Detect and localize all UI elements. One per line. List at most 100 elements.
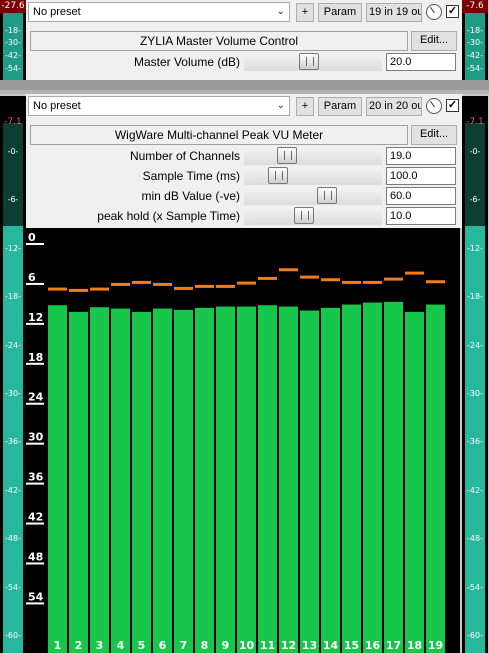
plugin2-param-value[interactable]: 60.0: [386, 187, 456, 205]
plugin2-param-value[interactable]: 100.0: [386, 167, 456, 185]
chevron-down-icon: ⌄: [276, 6, 285, 17]
plugin2-bypass-checkbox[interactable]: ✓: [446, 99, 459, 112]
vu-y-tick-label: 36: [28, 471, 44, 484]
plugin1-param-value[interactable]: 20.0: [386, 53, 456, 71]
vu-peak-marker: [111, 282, 130, 286]
vu-peak-marker: [90, 287, 109, 291]
left-meter-top-tick: -42-: [5, 51, 21, 60]
left-meter-tick: -48-: [5, 534, 21, 543]
plugin1-preset-select[interactable]: No preset ⌄: [28, 2, 290, 22]
right-meter-tick: -18-: [467, 292, 483, 301]
vu-peak-marker: [195, 284, 214, 288]
left-meter-tick: -60-: [5, 631, 21, 640]
left-meter-top: -27.6 -18- -30- -42- -54-: [0, 0, 26, 80]
plugin1-param-button[interactable]: Param: [318, 3, 362, 22]
plugin2-param-label: min dB Value (-ve): [141, 189, 240, 203]
right-meter-peak: -7.1: [466, 117, 484, 127]
vu-bar: [90, 307, 109, 653]
plugin2-io-button[interactable]: 20 in 20 ou: [366, 97, 422, 116]
vu-peak-marker: [174, 286, 193, 290]
plugin2-param-slider-thumb[interactable]: [277, 147, 297, 164]
plugin2-param-slider-thumb[interactable]: [317, 187, 337, 204]
right-meter-tick: -30-: [467, 389, 483, 398]
plugin2-param-slider[interactable]: [244, 187, 382, 205]
vu-peak-marker: [321, 278, 340, 282]
plugin2-param-value[interactable]: 10.0: [386, 207, 456, 225]
plugin1-bypass-checkbox[interactable]: ✓: [446, 5, 459, 18]
left-meter-tick: -36-: [5, 437, 21, 446]
vu-channel-label: 2: [75, 639, 83, 652]
left-meter-top-tick: -54-: [5, 64, 21, 73]
vu-channel-label: 16: [365, 639, 381, 652]
vu-peak-marker: [342, 280, 361, 284]
plugin2-param-slider[interactable]: [244, 207, 382, 225]
plugin2-param-slider-thumb[interactable]: [268, 167, 288, 184]
vu-channel-label: 7: [180, 639, 188, 652]
right-meter-tick: -6-: [469, 195, 481, 204]
plugin2-param-value[interactable]: 19.0: [386, 147, 456, 165]
vu-meter-chart: 1 2 3 4 5 6 7 8 9 10 11 12 13 14 15 16 17 18 1906121824303…: [26, 228, 460, 653]
vu-y-tick-line: [26, 482, 44, 485]
vu-channel-label: 17: [386, 639, 401, 652]
vu-y-tick-label: 12: [28, 311, 43, 324]
vu-channel-label: 11: [260, 639, 275, 652]
vu-channel-label: 4: [117, 639, 125, 652]
right-meter-top-tick: -42-: [467, 51, 483, 60]
left-meter-top-tick: -30-: [5, 38, 21, 47]
right-meter-top-tick: -54-: [467, 64, 483, 73]
vu-bar: [363, 302, 382, 653]
plugin2-param-slider[interactable]: [244, 147, 382, 165]
left-meter-top-peak: -27.6: [0, 0, 26, 13]
right-meter-tick: -12-: [467, 244, 483, 253]
plugin1-wet-knob[interactable]: [426, 4, 442, 20]
vu-channel-label: 15: [344, 639, 359, 652]
plugin2-wet-knob[interactable]: [426, 98, 442, 114]
vu-peak-marker: [153, 282, 172, 286]
right-meter-tick: -0-: [469, 147, 481, 156]
vu-y-tick-line: [26, 522, 44, 525]
plugin2-param-slider-thumb[interactable]: [294, 207, 314, 224]
vu-y-tick-line: [26, 442, 44, 445]
vu-y-tick-line: [26, 402, 44, 405]
vu-channel-label: 13: [302, 639, 317, 652]
plugin2-param-label: peak hold (x Sample Time): [97, 209, 240, 223]
vu-y-tick-label: 48: [28, 550, 43, 563]
plugin1-add-button[interactable]: +: [296, 3, 314, 22]
plugin2-add-button[interactable]: +: [296, 97, 314, 116]
vu-y-tick-label: 18: [28, 351, 43, 364]
plugin1-param-slider-thumb[interactable]: [299, 53, 319, 70]
plugin1-edit-button[interactable]: Edit...: [411, 31, 457, 51]
vu-peak-marker: [363, 280, 382, 284]
vu-y-tick-line: [26, 322, 44, 325]
plugin1-panel: No preset ⌄ + Param 19 in 19 ou ✓ ZYLIA …: [26, 0, 462, 80]
plugin2-title: WigWare Multi-channel Peak VU Meter: [30, 125, 408, 145]
vu-bar: [321, 307, 340, 653]
vu-peak-marker: [279, 268, 298, 272]
vu-y-tick-line: [26, 562, 44, 565]
vu-bar: [153, 308, 172, 653]
vu-y-tick-label: 24: [28, 391, 44, 404]
plugin2-param-button[interactable]: Param: [318, 97, 362, 116]
vu-peak-marker: [216, 284, 235, 288]
vu-bar: [384, 301, 403, 653]
vu-peak-marker: [426, 280, 445, 284]
plugin2-preset-value: No preset: [33, 100, 81, 112]
plugin2-param-slider[interactable]: [244, 167, 382, 185]
vu-bar: [69, 311, 88, 653]
vu-bar: [48, 305, 67, 653]
right-meter-tick: -24-: [467, 341, 483, 350]
plugin2-param-label: Sample Time (ms): [142, 169, 240, 183]
vu-bar: [405, 311, 424, 653]
left-meter-tick: -54-: [5, 583, 21, 592]
plugin2-edit-button[interactable]: Edit...: [411, 125, 457, 145]
vu-channel-label: 1: [54, 639, 62, 652]
left-meter-tick: -0-: [7, 147, 19, 156]
plugin1-io-button[interactable]: 19 in 19 ou: [366, 3, 422, 22]
right-meter-tick: -36-: [467, 437, 483, 446]
plugin1-param-slider[interactable]: [244, 53, 382, 71]
vu-bar: [195, 307, 214, 653]
vu-peak-marker: [69, 288, 88, 292]
vu-channel-label: 19: [428, 639, 443, 652]
left-meter-tick: -30-: [5, 389, 21, 398]
plugin2-preset-select[interactable]: No preset ⌄: [28, 96, 290, 116]
